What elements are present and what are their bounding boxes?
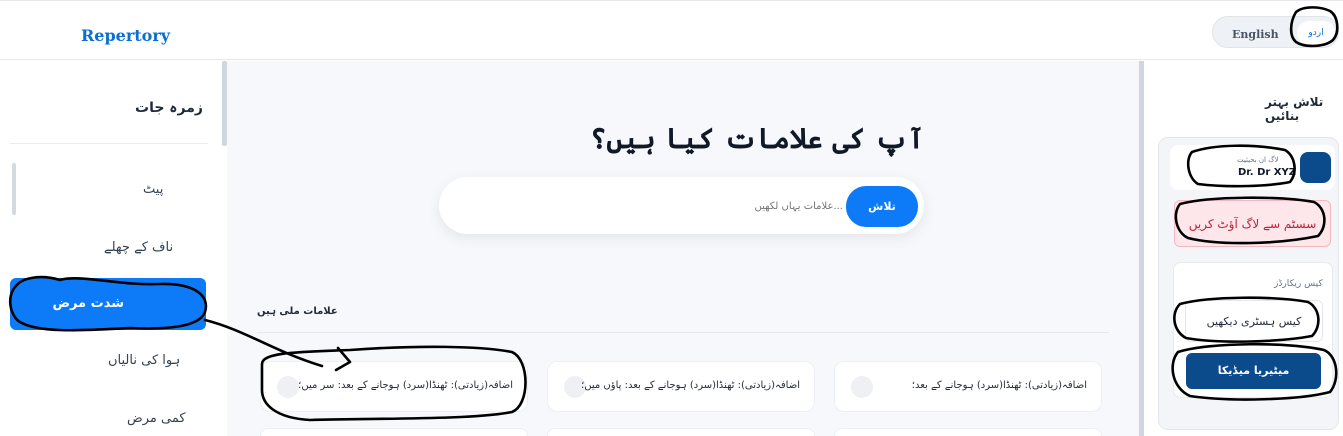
divider — [257, 332, 1109, 333]
select-circle-icon[interactable] — [851, 376, 873, 398]
logged-in-as-label: لاگ ان بحیثیت — [1237, 156, 1279, 164]
page-title: آپ کی علامات کیا ہیں؟ — [590, 122, 925, 155]
sidebar-title: زمرہ جات — [135, 100, 203, 116]
result-text: اضافہ(زیادتی): ٹھنڈا(سرد) ہوجانے کے بعد:… — [298, 380, 513, 391]
results-heading: علامات ملی ہیں — [257, 306, 338, 317]
case-history-button[interactable]: کیس ہسٹری دیکھیں — [1185, 300, 1323, 342]
result-card[interactable]: اضافہ(زیادتی): ٹھنڈا(سرد) ہوجانے کے بعد؛ — [834, 361, 1102, 412]
lang-urdu-option[interactable]: اردو — [1297, 21, 1335, 45]
divider — [10, 143, 208, 144]
select-circle-icon[interactable] — [277, 376, 299, 398]
sidebar-item-severity[interactable]: شدت مرض — [10, 278, 206, 330]
sidebar-item-deficiency[interactable]: کمی مرض — [127, 411, 186, 426]
result-text: اضافہ(زیادتی): ٹھنڈا(سرد) ہوجانے کے بعد:… — [581, 380, 800, 391]
sidebar-item-umbilicus[interactable]: ناف کے چھلے — [104, 240, 173, 255]
category-list-scrollbar[interactable] — [12, 163, 16, 215]
user-name: Dr. Dr XYZ — [1238, 167, 1297, 178]
result-card[interactable]: اضافہ(زیادتی): ٹھنڈا(سرد) ہوجانے کے بعد:… — [547, 361, 815, 412]
language-toggle[interactable]: English اردو — [1212, 16, 1339, 48]
refine-title: تلاش بہتر بنائیں — [1265, 95, 1324, 123]
sidebar-item-airways[interactable]: ہوا کی نالیاں — [108, 353, 180, 368]
top-bar: Repertory English اردو — [0, 0, 1343, 60]
result-card[interactable] — [260, 428, 528, 436]
avatar — [1300, 152, 1331, 183]
case-records-label: کیس ریکارڈز — [1274, 279, 1323, 289]
sidebar-item-abdomen[interactable]: پیٹ — [143, 182, 163, 197]
result-card[interactable] — [834, 428, 1102, 436]
search-bar: تلاش — [439, 177, 924, 234]
search-input[interactable] — [463, 195, 843, 217]
result-text: اضافہ(زیادتی): ٹھنڈا(سرد) ہوجانے کے بعد؛ — [911, 380, 1087, 391]
brand-logo[interactable]: Repertory — [81, 26, 170, 45]
logout-button[interactable]: سسٹم سے لاگ آؤٹ کریں — [1174, 200, 1331, 247]
lang-english-option[interactable]: English — [1232, 28, 1279, 41]
result-card[interactable] — [547, 428, 815, 436]
materia-medica-button[interactable]: میٹیریا میڈیکا — [1186, 353, 1321, 389]
search-button[interactable]: تلاش — [846, 186, 918, 227]
result-card[interactable]: اضافہ(زیادتی): ٹھنڈا(سرد) ہوجانے کے بعد:… — [260, 361, 528, 412]
